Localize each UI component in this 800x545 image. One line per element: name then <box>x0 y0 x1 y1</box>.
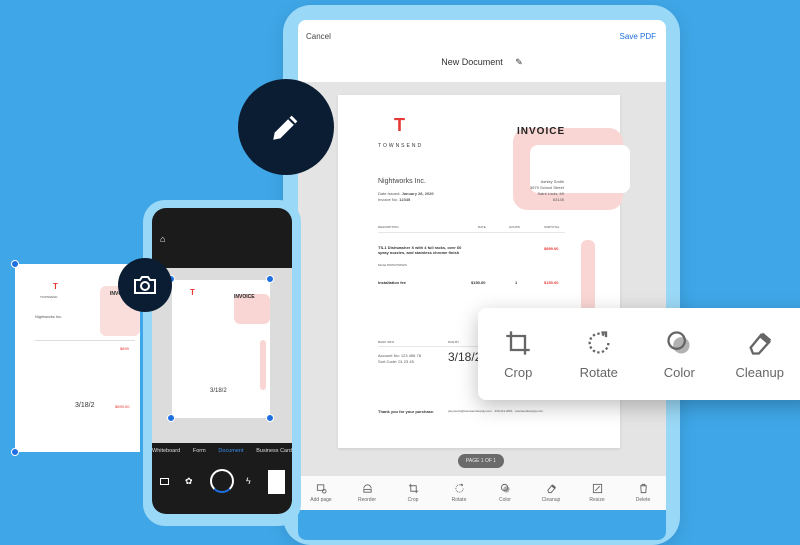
page-indicator: PAGE 1 OF 1 <box>458 454 504 468</box>
color-icon <box>665 329 693 357</box>
rotate-icon <box>585 329 613 357</box>
edit-badge <box>238 79 334 175</box>
toolbar-rotate-button[interactable]: Rotate <box>436 476 482 510</box>
item-model: Model DWSX700S2N <box>378 263 407 267</box>
item-description: Installation fee <box>378 280 406 285</box>
resize-icon <box>592 483 603 494</box>
flash-icon[interactable]: ϟ <box>246 476 251 486</box>
crop-icon <box>504 329 532 357</box>
crop-icon <box>408 483 419 494</box>
toolbar-label: Resize <box>589 497 604 503</box>
toolbar-cleanup-button[interactable]: Cleanup <box>528 476 574 510</box>
mode-tab[interactable]: Whiteboard <box>152 448 180 454</box>
tool-label: Crop <box>504 365 532 380</box>
toolbar-label: Color <box>499 497 511 503</box>
gallery-icon[interactable] <box>160 478 169 485</box>
add-page-icon <box>316 483 327 494</box>
col-header: HOURS <box>509 225 520 229</box>
account-no: Account No: 123 456 78 <box>378 353 421 358</box>
corner-handle[interactable] <box>266 275 274 283</box>
item-rate: $150.00 <box>471 280 485 285</box>
thanks: Thank you for your purchase. <box>378 409 434 414</box>
tablet-screen: Cancel Save PDF New Document ✎ T TOWNSEN… <box>298 20 666 540</box>
date: January 28, 2020 <box>402 191 434 196</box>
toolbar-label: Crop <box>408 497 419 503</box>
thumbnail[interactable] <box>268 470 285 494</box>
captured-document: T INVOICE 3/18/2 <box>172 280 270 418</box>
due-date: 3/18/2 <box>448 350 481 364</box>
pencil-icon <box>269 110 303 144</box>
toolbar-reorder-button[interactable]: Reorder <box>344 476 390 510</box>
shutter-button[interactable] <box>210 469 234 493</box>
tool-cleanup-button[interactable]: Cleanup <box>720 308 800 400</box>
bottom-toolbar: Add page Reorder Crop Rotate Color Cleanup Res… <box>298 476 666 510</box>
camera-icon <box>133 275 157 295</box>
tool-label: Color <box>664 365 695 380</box>
corner-handle[interactable] <box>266 414 274 422</box>
invoice-heading: INVOICE <box>234 294 255 300</box>
edit-tools-popup: Crop Rotate Color Cleanup <box>478 308 800 400</box>
col-header: DESCRIPTION <box>378 225 399 229</box>
col-header: RATE <box>478 225 486 229</box>
date-label: Date Issued: <box>378 191 400 196</box>
tool-color-button[interactable]: Color <box>639 308 720 400</box>
toolbar-resize-button[interactable]: Resize <box>574 476 620 510</box>
reorder-icon <box>362 483 373 494</box>
camera-badge <box>118 258 172 312</box>
footer-contact: payments@townsendsupply.com · 415.211.20… <box>448 409 543 413</box>
mode-tab[interactable]: Business Card <box>256 448 292 454</box>
save-pdf-button[interactable]: Save PDF <box>620 32 656 41</box>
due-date: 3/18/2 <box>210 388 227 394</box>
due: 3/18/2 <box>75 402 94 409</box>
cleanup-icon <box>746 329 774 357</box>
toolbar-label: Rotate <box>452 497 467 503</box>
col-header: SUBTOTAL <box>544 225 560 229</box>
address-line: 63145 <box>508 197 564 203</box>
item-description: TS-1 Dishwasher X with 4 full racks, ove… <box>378 245 468 255</box>
client: Nightworks Inc. <box>35 314 62 319</box>
tool-crop-button[interactable]: Crop <box>478 308 559 400</box>
toolbar-add-page-button[interactable]: Add page <box>298 476 344 510</box>
delete-icon <box>638 483 649 494</box>
toolbar-label: Add page <box>310 497 331 503</box>
toolbar-crop-button[interactable]: Crop <box>390 476 436 510</box>
document-title: New Document <box>441 57 503 67</box>
home-icon[interactable]: ⌂ <box>160 234 165 244</box>
mode-tab[interactable]: Form <box>193 448 206 454</box>
phone-screen: ⌂ T INVOICE 3/18/2 Whiteboard Form Documen… <box>152 208 292 514</box>
settings-icon[interactable]: ✿ <box>185 476 193 487</box>
edit-title-icon[interactable]: ✎ <box>515 57 523 67</box>
invoice-no-label: Invoice No: <box>378 197 398 202</box>
brand-name: TOWNSEND <box>378 143 423 149</box>
invoice-no: 12345 <box>399 197 410 202</box>
item-hours: 1 <box>515 280 517 285</box>
due-label: DUE BY <box>448 340 459 344</box>
toolbar-delete-button[interactable]: Delete <box>620 476 666 510</box>
rotate-icon <box>454 483 465 494</box>
sort-code: Sort Code: 01 23 45 <box>378 359 414 364</box>
corner-handle[interactable] <box>11 260 19 268</box>
client-name: Nightworks Inc. <box>378 178 426 185</box>
brand: TOWNSEND <box>40 295 57 299</box>
toolbar-label: Reorder <box>358 497 376 503</box>
total: $899.00 <box>115 404 129 409</box>
townsend-logo: T <box>394 115 405 136</box>
cancel-button[interactable]: Cancel <box>306 32 331 41</box>
toolbar-color-button[interactable]: Color <box>482 476 528 510</box>
bank-label: BANK INFO <box>378 340 394 344</box>
corner-handle[interactable] <box>167 414 175 422</box>
item-subtotal: $899.00 <box>544 246 558 251</box>
tool-label: Cleanup <box>736 365 784 380</box>
toolbar-label: Delete <box>636 497 650 503</box>
mode-tab[interactable]: Document <box>218 448 243 454</box>
color-icon <box>500 483 511 494</box>
tool-rotate-button[interactable]: Rotate <box>559 308 640 400</box>
toolbar-label: Cleanup <box>542 497 561 503</box>
item-subtotal: $150.00 <box>544 280 558 285</box>
cleanup-icon <box>546 483 557 494</box>
corner-handle[interactable] <box>11 448 19 456</box>
invoice-heading: INVOICE <box>517 126 565 137</box>
tool-label: Rotate <box>580 365 618 380</box>
